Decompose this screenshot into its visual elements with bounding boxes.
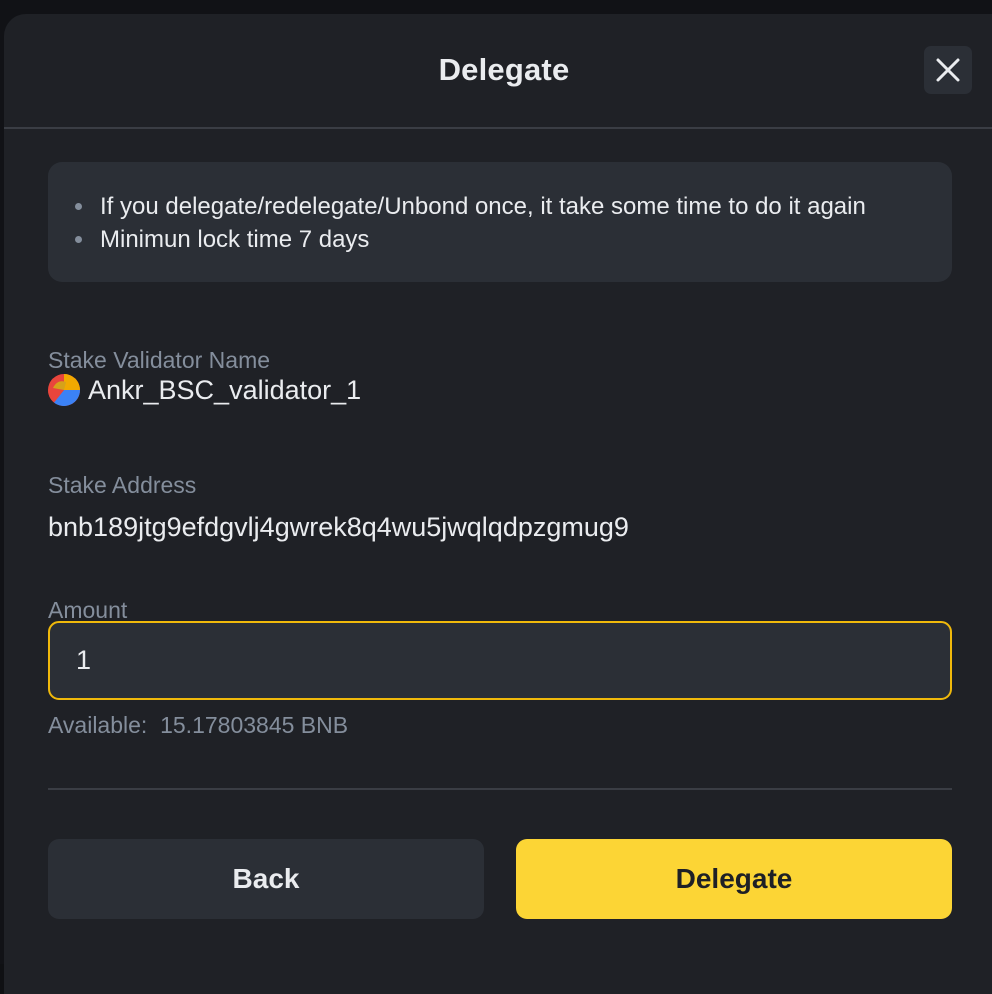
delegate-button[interactable]: Delegate [516,839,952,919]
ankr-logo-icon [48,374,80,406]
available-value: 15.17803845 BNB [160,712,349,738]
amount-label: Amount [48,597,128,623]
notice-box: If you delegate/redelegate/Unbond once, … [48,162,952,282]
close-icon [936,58,960,82]
validator-name: Ankr_BSC_validator_1 [88,374,362,405]
bullet-icon [75,236,82,243]
back-button[interactable]: Back [48,839,484,919]
bullet-icon [75,203,82,210]
validator-name-label: Stake Validator Name [48,347,271,373]
notice-item: Minimun lock time 7 days [48,223,952,256]
divider [48,788,952,790]
available-label: Available: [48,712,148,738]
notice-item-text: Minimun lock time 7 days [100,226,370,253]
dialog-header: Delegate [4,14,992,129]
dialog-title: Delegate [438,52,570,87]
amount-input[interactable] [48,621,952,700]
validator-row: Ankr_BSC_validator_1 [48,372,361,408]
close-button[interactable] [924,46,972,94]
stake-address-value: bnb189jtg9efdgvlj4gwrek8q4wu5jwqlqdpzgmu… [48,512,629,542]
available-balance: Available: 15.17803845 BNB [48,712,348,739]
notice-item-text: If you delegate/redelegate/Unbond once, … [100,193,866,220]
notice-item: If you delegate/redelegate/Unbond once, … [48,190,952,223]
stake-address-label: Stake Address [48,472,197,498]
